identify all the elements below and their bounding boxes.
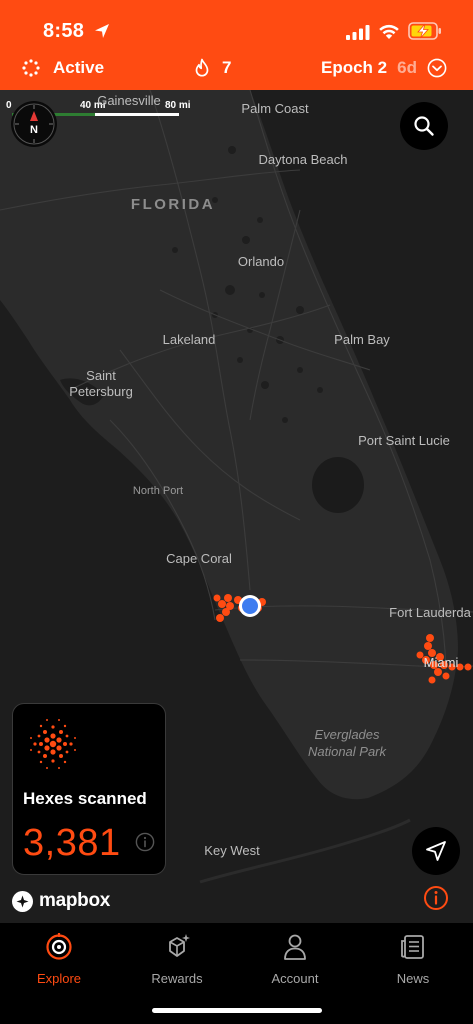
search-button[interactable] bbox=[400, 102, 448, 150]
compass-north-label: N bbox=[30, 124, 38, 136]
activity-status-label: Active bbox=[53, 58, 105, 77]
streak-count: 7 bbox=[222, 58, 232, 77]
epoch-days-remaining: 6d bbox=[397, 58, 417, 77]
compass-icon: N bbox=[13, 103, 55, 145]
home-indicator[interactable] bbox=[152, 1008, 322, 1013]
place-port-saint-lucie: Port Saint Lucie bbox=[358, 433, 450, 448]
wifi-icon bbox=[379, 24, 399, 39]
top-bar: 8:58 Active 7 Epoch 2 6d bbox=[0, 0, 473, 90]
locate-me-button[interactable] bbox=[412, 827, 460, 875]
info-icon[interactable] bbox=[135, 832, 155, 852]
status-time: 8:58 bbox=[43, 20, 85, 42]
place-everglades-line1: Everglades bbox=[314, 727, 380, 742]
place-cape-coral: Cape Coral bbox=[166, 551, 232, 566]
news-newspaper-icon bbox=[401, 935, 424, 959]
activity-dots-icon bbox=[22, 59, 40, 77]
scale-label-end: 80 mi bbox=[165, 100, 191, 111]
place-north-port: North Port bbox=[132, 485, 184, 497]
mapbox-mark-icon bbox=[12, 890, 33, 912]
location-arrow-icon bbox=[95, 24, 109, 38]
hexes-scanned-card[interactable]: Hexes scanned 3,381 bbox=[12, 703, 166, 875]
place-lakeland: Lakeland bbox=[162, 332, 216, 347]
cellular-signal-icon bbox=[346, 25, 370, 40]
tab-news[interactable]: News bbox=[354, 932, 472, 996]
place-fort-lauderdale: Fort Lauderda bbox=[389, 605, 471, 620]
map-view[interactable]: 0 40 mi 80 mi N Gainesville Palm Coast D… bbox=[0, 90, 473, 923]
tab-account-label: Account bbox=[271, 971, 319, 986]
mapbox-logo: mapbox bbox=[11, 889, 110, 913]
location-arrow-outline-icon bbox=[426, 841, 446, 861]
flame-icon bbox=[195, 58, 209, 77]
tab-news-label: News bbox=[396, 971, 430, 986]
place-saint-petersburg-line2: Petersburg bbox=[69, 384, 133, 399]
place-saint-petersburg-line1: Saint bbox=[86, 368, 116, 383]
hexes-scanned-count: 3,381 bbox=[23, 822, 121, 864]
place-everglades-line2: National Park bbox=[307, 744, 387, 759]
place-gainesville: Gainesville bbox=[97, 93, 161, 108]
bottom-tab-bar: Explore Rewards Account News bbox=[0, 923, 473, 1024]
battery-charging-icon bbox=[408, 22, 441, 40]
place-state-florida: FLORIDA bbox=[130, 196, 216, 213]
tab-account[interactable]: Account bbox=[236, 932, 354, 996]
attribution-info-icon[interactable] bbox=[423, 885, 449, 911]
place-palm-coast: Palm Coast bbox=[241, 101, 309, 116]
epoch-label: Epoch 2 bbox=[321, 58, 388, 77]
place-key-west: Key West bbox=[204, 843, 260, 858]
mapbox-wordmark: mapbox bbox=[39, 890, 111, 911]
epoch-selector[interactable]: Epoch 2 6d bbox=[321, 57, 447, 79]
tab-rewards[interactable]: Rewards bbox=[118, 932, 236, 996]
compass-button[interactable]: N bbox=[11, 101, 57, 147]
chevron-down-circle-icon bbox=[427, 58, 447, 78]
tab-rewards-label: Rewards bbox=[151, 971, 203, 986]
explore-target-icon bbox=[46, 933, 72, 960]
rewards-gem-icon bbox=[169, 934, 190, 957]
place-miami: Miami bbox=[423, 655, 459, 670]
activity-status[interactable]: Active bbox=[22, 57, 104, 79]
streak-counter[interactable]: 7 bbox=[192, 57, 231, 79]
search-icon bbox=[414, 116, 434, 136]
hex-burst-icon bbox=[30, 719, 76, 769]
tab-explore[interactable]: Explore bbox=[0, 932, 118, 996]
tab-explore-label: Explore bbox=[36, 971, 82, 986]
account-person-icon bbox=[284, 934, 306, 960]
place-palm-bay: Palm Bay bbox=[334, 332, 390, 347]
hexes-scanned-title: Hexes scanned bbox=[23, 789, 147, 808]
place-orlando: Orlando bbox=[237, 254, 285, 269]
place-daytona-beach: Daytona Beach bbox=[258, 152, 348, 167]
